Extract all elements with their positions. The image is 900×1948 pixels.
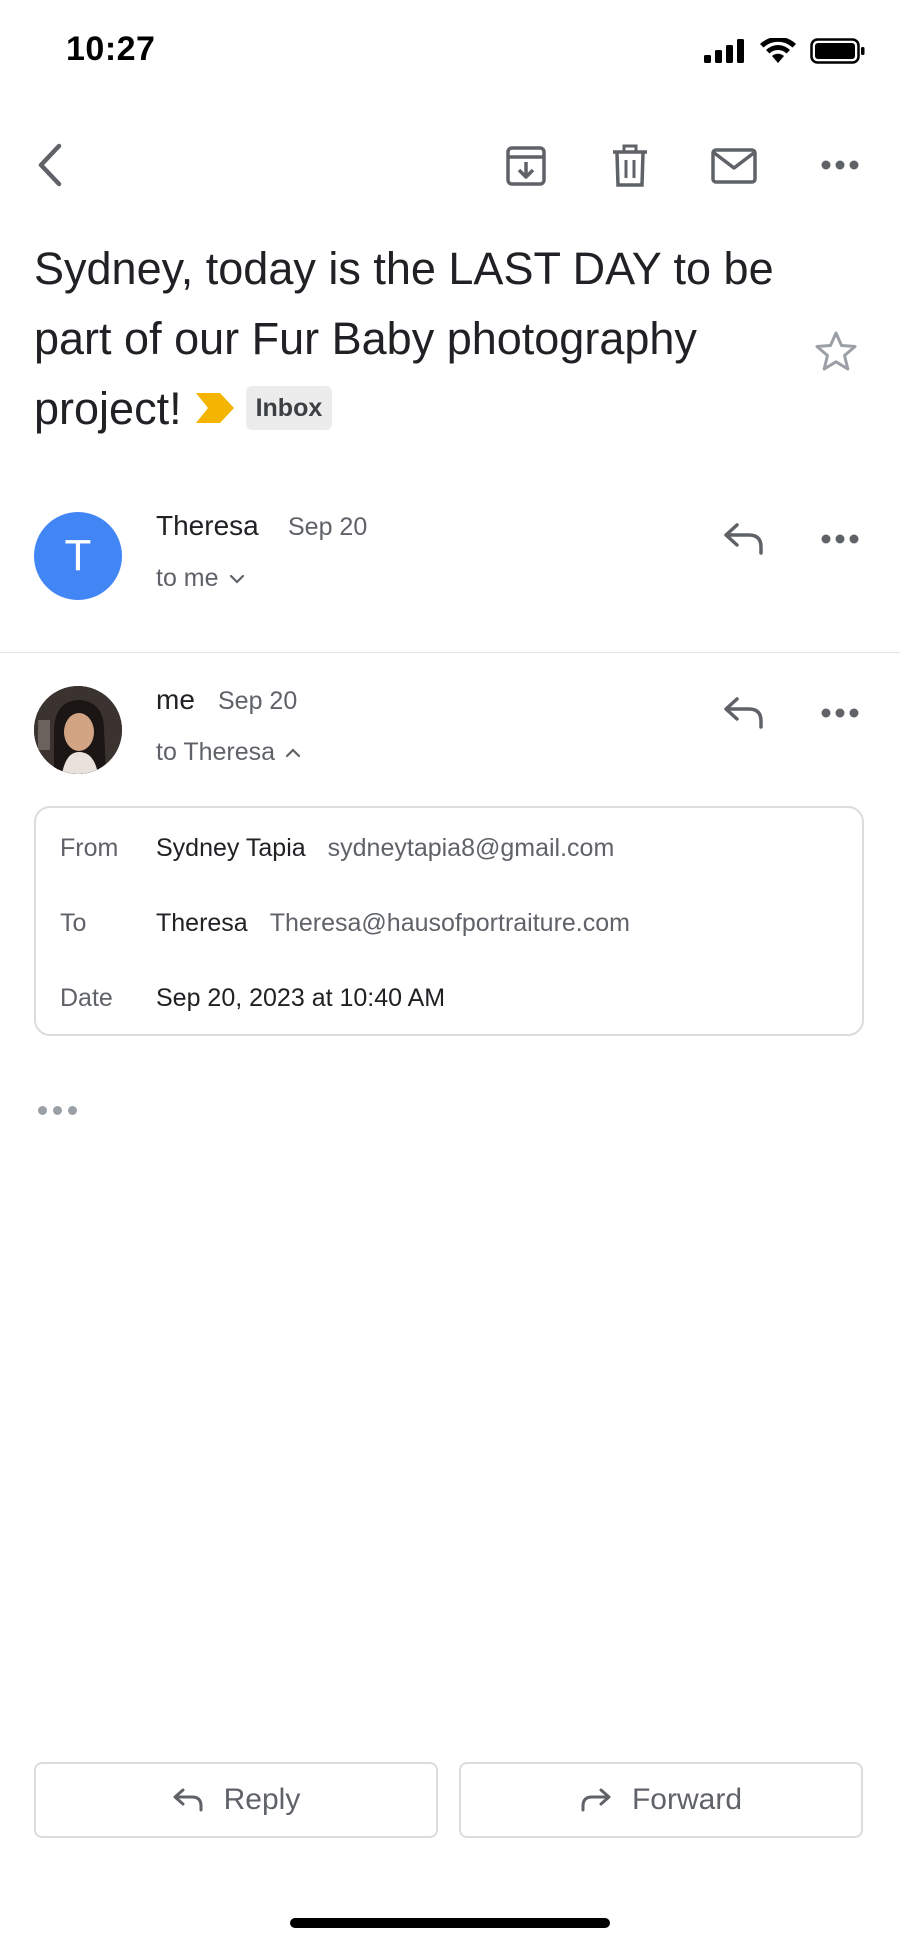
details-date-row: Date Sep 20, 2023 at 10:40 AM — [60, 984, 467, 1013]
message-details-box: From Sydney Tapia sydneytapia8@gmail.com… — [34, 806, 864, 1036]
to-name: Theresa — [156, 909, 248, 937]
date-label: Date — [60, 984, 113, 1012]
recipients-toggle[interactable]: to Theresa — [156, 738, 301, 767]
archive-icon — [506, 146, 546, 186]
sender-avatar-photo[interactable] — [34, 686, 122, 774]
message-more-button[interactable] — [818, 526, 862, 552]
email-subject: Sydney, today is the LAST DAY to be part… — [34, 234, 774, 447]
chevron-up-icon — [285, 747, 301, 757]
more-horizontal-icon — [821, 534, 859, 544]
archive-button[interactable] — [500, 142, 552, 190]
ellipsis-dot — [38, 1106, 47, 1115]
star-icon — [815, 331, 857, 371]
delete-button[interactable] — [606, 142, 654, 190]
to-line-text: to me — [156, 564, 219, 592]
from-name: Sydney Tapia — [156, 834, 306, 862]
more-horizontal-icon — [821, 160, 859, 170]
to-email[interactable]: Theresa@hausofportraiture.com — [270, 909, 630, 938]
status-icons — [704, 38, 866, 64]
star-button[interactable] — [814, 330, 858, 377]
ellipsis-dot — [53, 1106, 62, 1115]
sender-avatar[interactable]: T — [34, 512, 122, 600]
mark-unread-button[interactable] — [708, 144, 760, 188]
cellular-signal-icon — [704, 39, 744, 63]
back-button[interactable] — [28, 140, 72, 190]
to-line-text: to Theresa — [156, 738, 276, 766]
message-divider — [0, 652, 900, 653]
avatar-letter: T — [64, 531, 92, 580]
chevron-down-icon — [229, 574, 244, 584]
sender-name[interactable]: me — [156, 684, 195, 716]
details-from-row: From Sydney Tapia sydneytapia8@gmail.com — [60, 834, 614, 863]
reply-icon — [724, 523, 763, 555]
subject-text: Sydney, today is the LAST DAY to be part… — [34, 243, 774, 434]
trash-icon — [613, 144, 647, 187]
message-date: Sep 20 — [218, 687, 298, 715]
wifi-icon — [760, 38, 796, 63]
mail-icon — [711, 148, 757, 184]
details-to-row: To Theresa Theresa@hausofportraiture.com — [60, 909, 630, 938]
battery-icon — [810, 38, 865, 64]
reply-icon — [173, 1788, 203, 1812]
message-date: Sep 20 — [288, 513, 368, 541]
chevron-left-icon — [38, 143, 62, 187]
forward-action-button[interactable]: Forward — [459, 1762, 863, 1838]
forward-icon — [581, 1788, 611, 1812]
reply-button[interactable] — [720, 692, 768, 734]
inbox-label-chip[interactable]: Inbox — [245, 386, 333, 431]
message-more-button[interactable] — [818, 700, 862, 726]
importance-marker-icon[interactable] — [195, 373, 234, 443]
to-label: To — [60, 909, 87, 937]
forward-label: Forward — [631, 1783, 743, 1816]
more-options-button[interactable] — [818, 150, 862, 180]
ellipsis-dot — [68, 1106, 77, 1115]
show-trimmed-content-button[interactable] — [38, 1106, 77, 1115]
sender-name[interactable]: Theresa — [156, 510, 259, 542]
from-email[interactable]: sydneytapia8@gmail.com — [328, 834, 615, 863]
reply-button[interactable] — [720, 518, 768, 560]
more-horizontal-icon — [821, 708, 859, 718]
home-indicator[interactable] — [290, 1918, 610, 1928]
date-value: Sep 20, 2023 at 10:40 AM — [156, 984, 446, 1012]
reply-icon — [724, 697, 763, 729]
reply-label: Reply — [223, 1783, 301, 1816]
recipients-toggle[interactable]: to me — [156, 564, 245, 593]
from-label: From — [60, 834, 119, 862]
status-time: 10:27 — [66, 30, 156, 68]
reply-action-button[interactable]: Reply — [34, 1762, 438, 1838]
